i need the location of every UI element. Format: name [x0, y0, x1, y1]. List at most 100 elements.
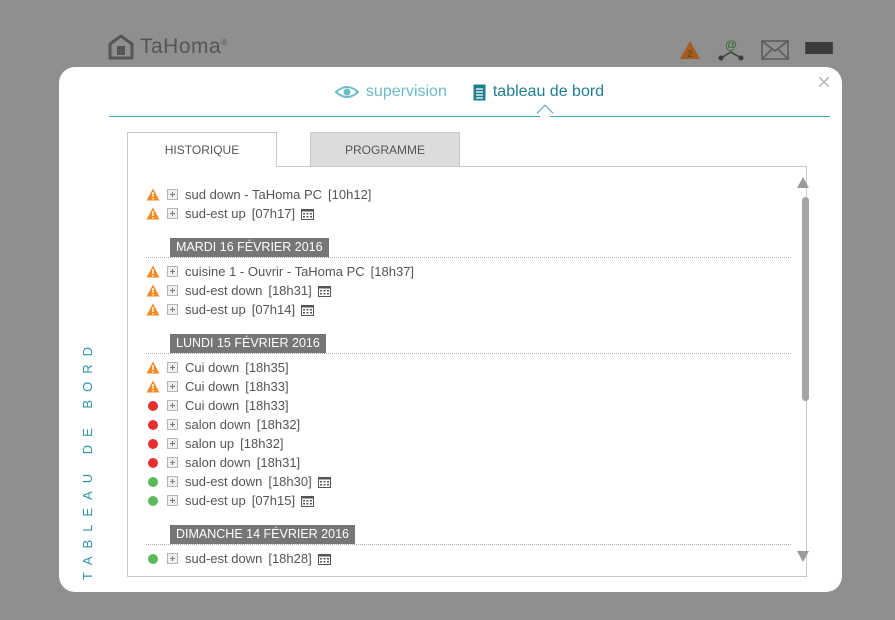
calendar-icon[interactable] — [301, 495, 315, 507]
tab-tableau-de-bord[interactable]: tableau de bord — [473, 83, 604, 101]
history-entry: salon up [18h32] — [146, 434, 791, 453]
entry-label: cuisine 1 - Ouvrir - TaHoma PC — [185, 264, 365, 279]
eye-icon — [334, 86, 359, 98]
warning-icon — [146, 188, 160, 201]
history-entry: cuisine 1 - Ouvrir - TaHoma PC [18h37] — [146, 262, 791, 281]
expand-icon[interactable] — [167, 362, 178, 373]
house-icon — [108, 34, 134, 60]
history-entry: sud-est down [18h31] — [146, 281, 791, 300]
history-entry: Cui down [18h35] — [146, 358, 791, 377]
expand-icon[interactable] — [167, 381, 178, 392]
tab-programme[interactable]: PROGRAMME — [310, 132, 460, 167]
day-header-label: DIMANCHE 14 FÉVRIER 2016 — [170, 525, 355, 544]
history-entry: salon down [18h31] — [146, 453, 791, 472]
entry-time: [07h14] — [251, 302, 296, 317]
network-icon[interactable]: @ — [717, 38, 745, 67]
calendar-icon[interactable] — [301, 208, 315, 220]
error-dot-icon — [146, 418, 160, 431]
history-entry: Cui down [18h33] — [146, 377, 791, 396]
warning-icon[interactable]: 2 — [679, 40, 701, 65]
expand-icon[interactable] — [167, 400, 178, 411]
history-entry: sud-est up [07h17] — [146, 204, 791, 223]
expand-icon[interactable] — [167, 495, 178, 506]
tab-supervision[interactable]: supervision — [334, 83, 447, 101]
active-tab-caret — [536, 104, 554, 122]
entry-time: [18h30] — [268, 474, 312, 489]
entry-time: [18h32] — [256, 417, 301, 432]
warning-icon — [146, 303, 160, 316]
mail-icon[interactable] — [761, 40, 789, 65]
history-entry: Cui down [18h33] — [146, 396, 791, 415]
top-navigation: supervision tableau de bord — [109, 67, 830, 122]
expand-icon[interactable] — [167, 189, 178, 200]
history-list: sud down - TaHoma PC [10h12] sud-est up [07… — [146, 185, 791, 568]
day-header-label: LUNDI 15 FÉVRIER 2016 — [170, 334, 326, 353]
tab-historique[interactable]: HISTORIQUE — [127, 132, 277, 167]
tab-supervision-label: supervision — [365, 83, 447, 100]
entry-time: [18h33] — [245, 398, 289, 413]
header-toolbar: 2 @ — [679, 38, 833, 67]
expand-icon[interactable] — [167, 285, 178, 296]
calendar-icon[interactable] — [317, 476, 331, 488]
history-entry: sud-est up [07h14] — [146, 300, 791, 319]
history-entry: sud-est down [18h28] — [146, 549, 791, 568]
day-header: MARDI 16 FÉVRIER 2016 — [146, 238, 791, 258]
history-entry: sud down - TaHoma PC [10h12] — [146, 185, 791, 204]
history-entry: sud-est down [18h30] — [146, 472, 791, 491]
entry-label: sud-est down — [185, 283, 263, 298]
day-header: DIMANCHE 14 FÉVRIER 2016 — [146, 525, 791, 545]
history-entry: sud-est up [07h15] — [146, 491, 791, 510]
error-dot-icon — [146, 456, 160, 469]
expand-icon[interactable] — [167, 476, 178, 487]
entry-label: sud-est up — [185, 302, 246, 317]
entry-label: Cui down — [185, 398, 240, 413]
warning-icon — [146, 265, 160, 278]
entry-label: sud-est down — [185, 474, 263, 489]
entry-label: sud-est up — [185, 206, 246, 221]
entry-time: [18h31] — [268, 283, 312, 298]
entry-time: [18h37] — [370, 264, 415, 279]
entry-time: [18h35] — [245, 360, 289, 375]
menu-icon[interactable] — [805, 41, 833, 64]
error-dot-icon — [146, 399, 160, 412]
warning-icon — [146, 207, 160, 220]
error-dot-icon — [146, 437, 160, 450]
expand-icon[interactable] — [167, 553, 178, 564]
success-dot-icon — [146, 552, 160, 565]
expand-icon[interactable] — [167, 457, 178, 468]
side-title: TABLEAU DE BORD — [79, 339, 95, 581]
warning-icon — [146, 284, 160, 297]
calendar-icon[interactable] — [317, 553, 331, 565]
entry-time: [18h28] — [268, 551, 312, 566]
expand-icon[interactable] — [167, 419, 178, 430]
tab-tableau-label: tableau de bord — [492, 83, 605, 100]
history-panel: sud down - TaHoma PC [10h12] sud-est up [07… — [127, 166, 807, 577]
entry-time: [18h33] — [245, 379, 289, 394]
history-entry: salon down [18h32] — [146, 415, 791, 434]
entry-label: salon down — [185, 455, 251, 470]
expand-icon[interactable] — [167, 208, 178, 219]
success-dot-icon — [146, 494, 160, 507]
expand-icon[interactable] — [167, 304, 178, 315]
expand-icon[interactable] — [167, 438, 178, 449]
entry-time: [18h31] — [256, 455, 301, 470]
scrollbar-thumb[interactable] — [802, 197, 809, 401]
svg-text:2: 2 — [687, 49, 692, 59]
entry-time: [07h17] — [251, 206, 296, 221]
entry-time: [10h12] — [328, 187, 372, 202]
warning-icon — [146, 380, 160, 393]
scroll-down-arrow[interactable] — [797, 551, 809, 562]
expand-icon[interactable] — [167, 266, 178, 277]
svg-text:@: @ — [725, 38, 737, 52]
entry-label: Cui down — [185, 360, 240, 375]
calendar-icon[interactable] — [317, 285, 331, 297]
entry-time: [18h32] — [240, 436, 284, 451]
entry-label: sud down - TaHoma PC — [185, 187, 323, 202]
scroll-up-arrow[interactable] — [797, 177, 809, 188]
entry-label: salon down — [185, 417, 251, 432]
document-icon — [473, 84, 486, 100]
day-header-label: MARDI 16 FÉVRIER 2016 — [170, 238, 329, 257]
calendar-icon[interactable] — [301, 304, 315, 316]
entry-label: sud-est up — [185, 493, 246, 508]
day-header: LUNDI 15 FÉVRIER 2016 — [146, 334, 791, 354]
